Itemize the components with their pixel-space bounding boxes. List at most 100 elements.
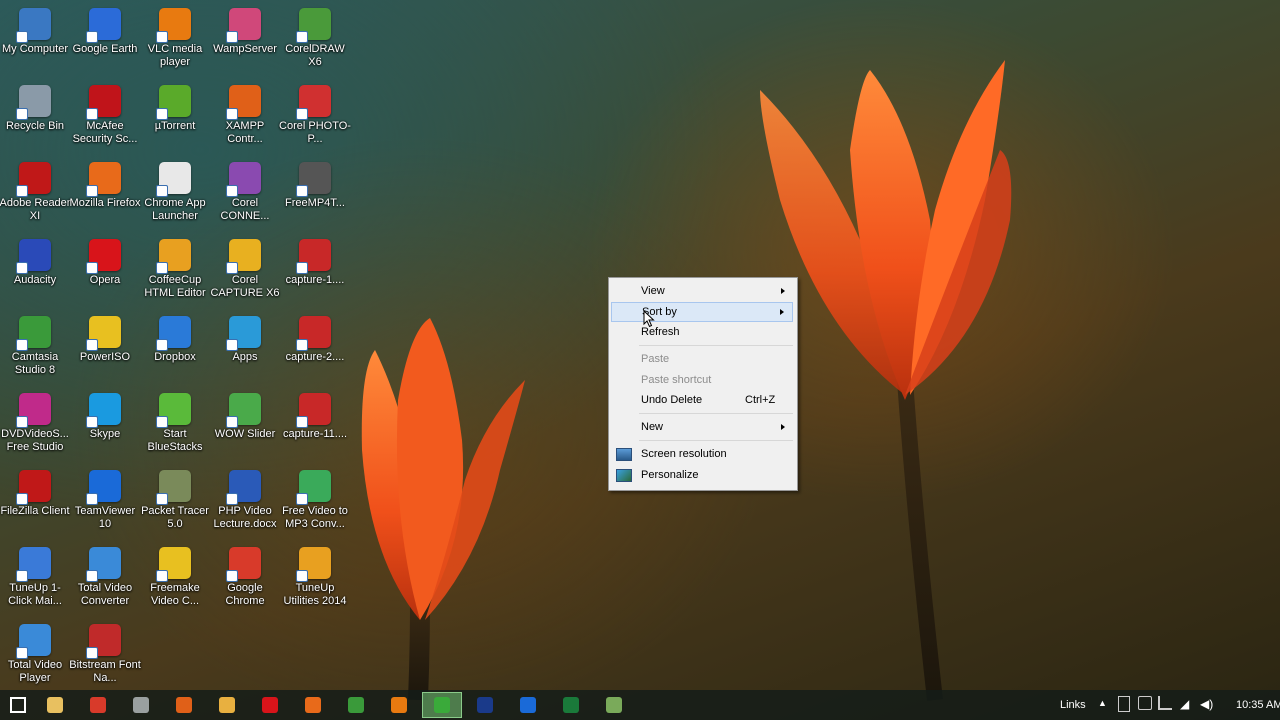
desktop-icon-label: Camtasia Studio 8: [11, 351, 59, 376]
desktop-icon[interactable]: FileZilla Client: [0, 464, 70, 540]
power-icon[interactable]: [1158, 696, 1172, 710]
word-doc-icon: [226, 470, 261, 505]
desktop-icon[interactable]: Bitstream Font Na...: [69, 618, 141, 694]
taskbar-button[interactable]: [465, 692, 505, 718]
desktop-icon[interactable]: Packet Tracer 5.0: [140, 464, 210, 540]
menu-item-label: Personalize: [641, 469, 699, 481]
desktop-icon[interactable]: Start BlueStacks: [140, 387, 210, 463]
desktop-icon[interactable]: PowerISO: [70, 310, 140, 386]
desktop-icon-label: Corel PHOTO-P...: [279, 120, 351, 145]
taskbar-button[interactable]: [250, 692, 290, 718]
desktop-icon[interactable]: Corel CAPTURE X6: [210, 233, 280, 309]
desktop-icon[interactable]: Adobe Reader XI: [0, 156, 70, 232]
menu-item-personalize[interactable]: Personalize: [611, 465, 793, 485]
menu-item-view[interactable]: View: [611, 281, 793, 301]
network-icon[interactable]: [1138, 696, 1152, 710]
desktop-icon-label: Opera: [89, 274, 121, 286]
taskbar-button[interactable]: [78, 692, 118, 718]
desktop-icon[interactable]: WampServer: [210, 2, 280, 78]
app-launcher-icon: [156, 162, 191, 197]
action-center-icon[interactable]: [1118, 696, 1130, 712]
start-button[interactable]: [0, 692, 35, 718]
desktop-icon-label: WampServer: [213, 43, 277, 55]
desktop-icon[interactable]: Chrome App Launcher: [140, 156, 210, 232]
desktop-icon[interactable]: My Computer: [0, 2, 70, 78]
desktop-icon[interactable]: Mozilla Firefox: [70, 156, 140, 232]
desktop-icon[interactable]: VLC media player: [140, 2, 210, 78]
menu-item-screen-resolution[interactable]: Screen resolution: [611, 444, 793, 464]
desktop-icon-label: DVDVideoS... Free Studio: [1, 428, 69, 453]
desktop-icon[interactable]: Dropbox: [140, 310, 210, 386]
desktop-icon[interactable]: Free Video to MP3 Conv...: [280, 464, 350, 540]
corel-capture-icon: [226, 239, 261, 274]
start-windows-icon: [9, 697, 26, 713]
taskbar-button[interactable]: [422, 692, 462, 718]
desktop-icon[interactable]: Google Earth: [70, 2, 140, 78]
desktop-icon[interactable]: Corel CONNE...: [210, 156, 280, 232]
signal-bars-icon[interactable]: ◢: [1180, 697, 1189, 711]
clock[interactable]: 10:35 AM: [1236, 699, 1280, 711]
menu-item-new[interactable]: New: [611, 417, 793, 437]
desktop-icon[interactable]: capture-2....: [280, 310, 350, 386]
desktop-icon[interactable]: Opera: [70, 233, 140, 309]
desktop-icon[interactable]: XAMPP Contr...: [210, 79, 280, 155]
menu-item-paste-shortcut: Paste shortcut: [611, 370, 793, 390]
taskbar-button[interactable]: [594, 692, 634, 718]
desktop-icon[interactable]: CorelDRAW X6: [280, 2, 350, 78]
xampp-icon: [226, 85, 261, 120]
desktop-icon[interactable]: Audacity: [0, 233, 70, 309]
tray-overflow-chevron-icon[interactable]: ▲: [1098, 698, 1107, 708]
desktop-icon-label: Start BlueStacks: [147, 428, 203, 453]
desktop-icon[interactable]: Camtasia Studio 8: [0, 310, 70, 386]
desktop-icon[interactable]: McAfee Security Sc...: [70, 79, 140, 155]
desktop-icon[interactable]: TuneUp Utilities 2014: [280, 541, 350, 617]
menu-item-sort-by[interactable]: Sort by: [611, 302, 793, 322]
taskbar-button[interactable]: [293, 692, 333, 718]
menu-item-undo-delete[interactable]: Undo Delete Ctrl+Z: [611, 390, 793, 410]
desktop-icon-label: capture-2....: [285, 351, 345, 363]
desktop-icon-label: capture-1....: [285, 274, 345, 286]
desktop-icon-label: TuneUp 1-Click Mai...: [8, 582, 62, 607]
total-video-converter-icon: [86, 547, 121, 582]
desktop-icon[interactable]: capture-11....: [280, 387, 350, 463]
taskbar-button[interactable]: [121, 692, 161, 718]
video-to-mp3-icon: [296, 470, 331, 505]
taskbar-button[interactable]: [336, 692, 376, 718]
taskbar-button[interactable]: [164, 692, 204, 718]
desktop-icon[interactable]: WOW Slider: [210, 387, 280, 463]
desktop-icon[interactable]: FreeMP4T...: [280, 156, 350, 232]
desktop-icon[interactable]: Total Video Player: [0, 618, 70, 694]
desktop-icon[interactable]: TuneUp 1-Click Mai...: [0, 541, 70, 617]
desktop-icon-label: Chrome App Launcher: [144, 197, 206, 222]
links-toolbar[interactable]: Links: [1060, 699, 1086, 711]
desktop-icon-label: FileZilla Client: [0, 505, 70, 517]
desktop-icon[interactable]: Total Video Converter: [70, 541, 140, 617]
desktop-icon[interactable]: TeamViewer 10: [70, 464, 140, 540]
personalize-icon: [616, 468, 632, 482]
menu-item-refresh[interactable]: Refresh: [611, 322, 793, 342]
desktop-icon[interactable]: PHP Video Lecture.docx: [210, 464, 280, 540]
menu-item-shortcut: Ctrl+Z: [745, 394, 776, 406]
taskbar-button[interactable]: [508, 692, 548, 718]
desktop-icon[interactable]: µTorrent: [140, 79, 210, 155]
taskbar-button[interactable]: [35, 692, 75, 718]
desktop-icon[interactable]: Skype: [70, 387, 140, 463]
desktop-icon[interactable]: Recycle Bin: [0, 79, 70, 155]
desktop-icon[interactable]: capture-1....: [280, 233, 350, 309]
desktop-icon[interactable]: Corel PHOTO-P...: [279, 79, 351, 155]
menu-item-label: Screen resolution: [641, 448, 727, 460]
desktop-icon[interactable]: DVDVideoS... Free Studio: [0, 387, 70, 463]
desktop-icon[interactable]: Google Chrome: [210, 541, 280, 617]
volume-icon[interactable]: ◀): [1200, 697, 1213, 711]
desktop-icon[interactable]: Apps: [210, 310, 280, 386]
skype-icon: [86, 393, 121, 428]
taskbar-button[interactable]: [379, 692, 419, 718]
taskbar-button[interactable]: [551, 692, 591, 718]
mcafee-icon: [86, 85, 121, 120]
video-file-icon: [296, 239, 331, 274]
desktop-icon[interactable]: CoffeeCup HTML Editor: [140, 233, 210, 309]
desktop-icon[interactable]: Freemake Video C...: [140, 541, 210, 617]
opera-icon: [86, 239, 121, 274]
taskbar-button[interactable]: [207, 692, 247, 718]
desktop-icon-label: capture-11....: [283, 428, 347, 440]
